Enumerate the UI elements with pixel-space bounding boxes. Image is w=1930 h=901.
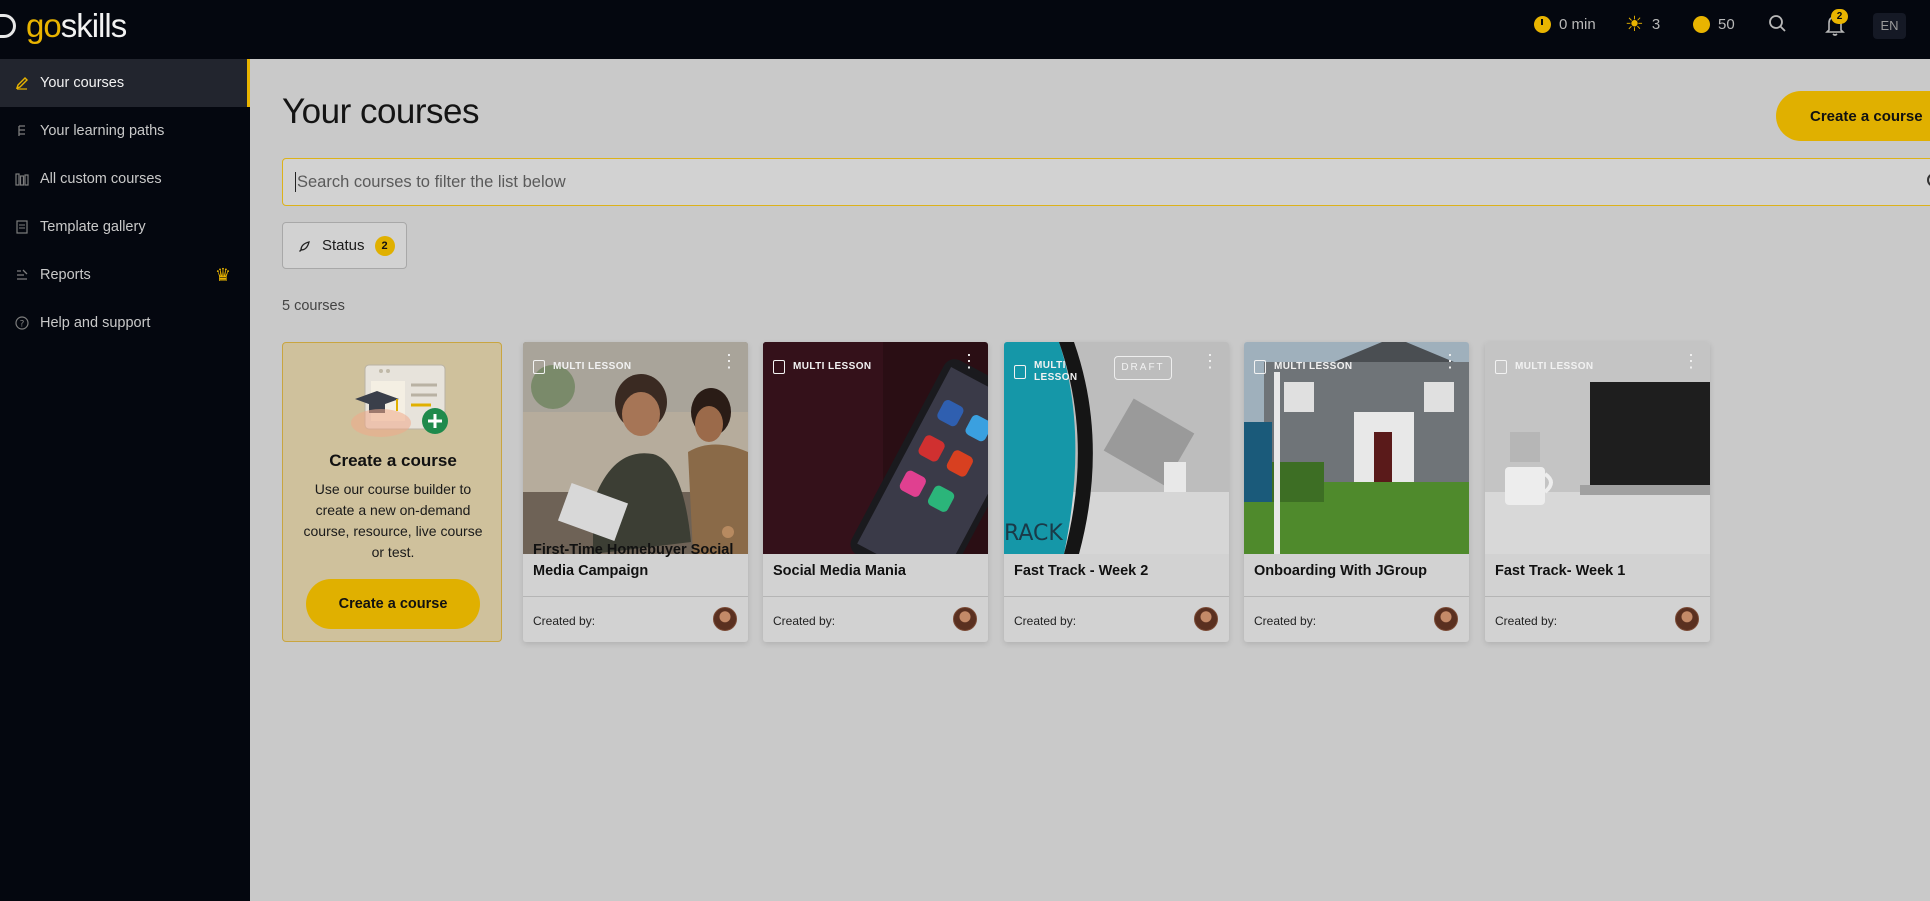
create-course-card: Create a course Use our course builder t… [282, 342, 502, 642]
lesson-icon [1014, 365, 1026, 379]
lesson-icon [773, 360, 785, 374]
status-filter-label: Status [322, 237, 365, 254]
logo-ring-icon [0, 14, 16, 38]
more-options-icon[interactable]: ⋮ [1682, 352, 1700, 370]
sidebar-item-label: Your learning paths [40, 123, 165, 139]
course-card[interactable]: RACK MULTI LESSON DRAFT ⋮ Fast Track - W… [1004, 342, 1229, 642]
sidebar-item-learning-paths[interactable]: Your learning paths [0, 107, 250, 155]
more-options-icon[interactable]: ⋮ [1441, 352, 1459, 370]
svg-text:?: ? [20, 320, 25, 330]
course-title: First-Time Homebuyer Social Media Campai… [533, 542, 734, 579]
more-options-icon[interactable]: ⋮ [720, 352, 738, 370]
reports-icon [15, 268, 29, 282]
streak-stat[interactable]: ☀ 3 [1625, 13, 1660, 35]
sidebar-item-help-and-support[interactable]: ? Help and support [0, 299, 250, 347]
streak-value: 3 [1651, 15, 1661, 33]
draft-badge: DRAFT [1114, 356, 1172, 380]
clock-icon [1534, 15, 1551, 33]
sidebar-item-template-gallery[interactable]: Template gallery [0, 203, 250, 251]
course-type-tag: MULTI LESSON [1014, 360, 1077, 384]
language-selector[interactable]: EN [1873, 13, 1906, 39]
creator-avatar [1194, 607, 1218, 631]
library-icon [15, 172, 29, 186]
sidebar-item-label: Reports [40, 267, 91, 283]
created-by-label: Created by: [1495, 614, 1558, 628]
course-card-body: Onboarding With JGroup Created by: [1244, 554, 1469, 642]
search-icon[interactable] [1767, 13, 1789, 35]
search-field[interactable] [282, 158, 1930, 206]
lesson-icon [533, 360, 545, 374]
rocket-icon [299, 240, 310, 252]
creator-avatar [953, 607, 977, 631]
course-type-tag: MULTI LESSON [1254, 360, 1353, 374]
creator-avatar [1434, 607, 1458, 631]
sidebar-item-label: Help and support [40, 315, 151, 331]
lesson-icon [1254, 360, 1266, 374]
time-value: 0 min [1559, 15, 1596, 33]
sidebar-item-reports[interactable]: Reports ♛ [0, 251, 250, 299]
template-icon [15, 220, 29, 234]
sun-icon: ☀ [1625, 12, 1644, 36]
course-card-body: Social Media Mania Created by: [763, 554, 988, 642]
coins-stat[interactable]: 50 [1693, 13, 1735, 35]
more-options-icon[interactable]: ⋮ [960, 352, 978, 370]
page-title: Your courses [282, 92, 480, 131]
status-filter-count: 2 [374, 235, 395, 256]
course-thumbnail: RACK MULTI LESSON DRAFT ⋮ [1004, 342, 1229, 554]
course-card[interactable]: MULTI LESSON ⋮ Onboarding With JGroup Cr… [1244, 342, 1469, 642]
card-divider [523, 596, 748, 597]
created-by-label: Created by: [533, 614, 596, 628]
notification-badge: 2 [1831, 9, 1848, 24]
help-icon: ? [15, 316, 29, 330]
card-divider [763, 596, 988, 597]
goskills-logo[interactable]: go skills [0, 6, 127, 46]
course-card[interactable]: MULTI LESSON ⋮ First-Time Homebuyer Soci… [523, 342, 748, 642]
course-thumbnail: MULTI LESSON ⋮ [1244, 342, 1469, 554]
created-by-label: Created by: [1254, 614, 1317, 628]
course-thumbnail: MULTI LESSON ⋮ [1485, 342, 1710, 554]
create-card-title: Create a course [329, 451, 457, 470]
card-divider [1244, 596, 1469, 597]
course-illustration-icon [351, 364, 448, 437]
course-count: 5 courses [282, 298, 345, 314]
crown-icon: ♛ [214, 265, 231, 285]
course-card-body: First-Time Homebuyer Social Media Campai… [523, 542, 748, 642]
text-caret [295, 172, 296, 192]
coins-value: 50 [1718, 15, 1735, 33]
course-card-body: Fast Track - Week 2 Created by: [1004, 554, 1229, 642]
more-options-icon[interactable]: ⋮ [1201, 352, 1219, 370]
coin-icon [1693, 15, 1710, 33]
search-input[interactable] [297, 172, 1930, 192]
creator-avatar [713, 607, 737, 631]
pencil-icon [15, 76, 29, 90]
course-card-body: Fast Track- Week 1 Created by: [1485, 554, 1710, 642]
logo-skills-text: skills [60, 7, 127, 44]
sidebar-item-all-custom-courses[interactable]: All custom courses [0, 155, 250, 203]
card-divider [1004, 596, 1229, 597]
created-by-label: Created by: [1014, 614, 1077, 628]
status-filter-button[interactable]: Status 2 [282, 222, 407, 269]
course-card[interactable]: MULTI LESSON ⋮ Social Media Mania Create… [763, 342, 988, 642]
top-bar: go skills 0 min ☀ 3 50 2 EN [0, 0, 1930, 59]
sidebar: Your courses Your learning paths All cus… [0, 59, 250, 901]
course-card[interactable]: MULTI LESSON ⋮ Fast Track- Week 1 Create… [1485, 342, 1710, 642]
path-icon [15, 124, 29, 138]
course-thumbnail: MULTI LESSON ⋮ [763, 342, 988, 554]
course-type-tag: MULTI LESSON [533, 360, 632, 374]
sidebar-item-your-courses[interactable]: Your courses [0, 59, 250, 107]
creator-avatar [1675, 607, 1699, 631]
create-card-button[interactable]: Create a course [306, 579, 480, 629]
create-card-description: Use our course builder to create a new o… [303, 481, 483, 560]
logo-go-text: go [26, 7, 62, 44]
lesson-icon [1495, 360, 1507, 374]
time-stat[interactable]: 0 min [1534, 13, 1596, 35]
sidebar-item-label: Template gallery [40, 219, 146, 235]
card-divider [1485, 596, 1710, 597]
create-course-button[interactable]: Create a course [1776, 91, 1930, 141]
sidebar-item-label: Your courses [40, 75, 125, 91]
sidebar-item-label: All custom courses [40, 171, 162, 187]
created-by-label: Created by: [773, 614, 836, 628]
course-type-tag: MULTI LESSON [1495, 360, 1594, 374]
course-type-tag: MULTI LESSON [773, 360, 872, 374]
